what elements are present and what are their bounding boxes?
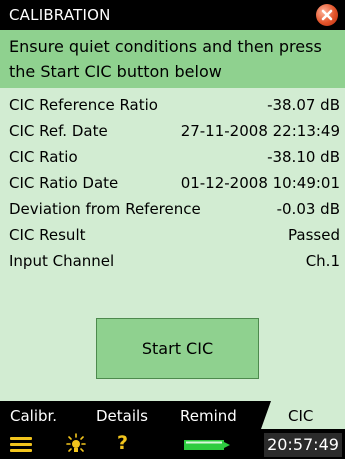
menu-icon[interactable] xyxy=(10,437,32,453)
start-cic-button-label: Start CIC xyxy=(141,339,214,358)
instruction-panel: Ensure quiet conditions and then press t… xyxy=(0,30,345,88)
title-bar: CALIBRATION xyxy=(0,0,345,30)
row-label: CIC Ratio Date xyxy=(9,174,119,192)
cic-ratio-date-row: CIC Ratio Date 01-12-2008 10:49:01 xyxy=(0,172,345,198)
close-button[interactable] xyxy=(316,4,338,26)
input-channel-row: Input Channel Ch.1 xyxy=(0,250,345,276)
instruction-line-1: Ensure quiet conditions and then press xyxy=(9,37,322,56)
battery-icon xyxy=(184,440,230,450)
tab-bar: Calibr. Details Remind CIC xyxy=(0,401,345,429)
row-value: -0.03 dB xyxy=(276,200,340,218)
row-label: CIC Ratio xyxy=(9,148,78,166)
close-icon xyxy=(321,9,333,21)
tab-remind[interactable]: Remind xyxy=(180,407,237,425)
row-label: CIC Result xyxy=(9,226,86,244)
row-value: Ch.1 xyxy=(305,252,340,270)
row-label: CIC Reference Ratio xyxy=(9,96,158,114)
row-value: Passed xyxy=(288,226,340,244)
cic-reference-ratio-row: CIC Reference Ratio -38.07 dB xyxy=(0,94,345,120)
cic-ratio-row: CIC Ratio -38.10 dB xyxy=(0,146,345,172)
help-icon[interactable]: ? xyxy=(117,432,128,454)
row-value: 01-12-2008 10:49:01 xyxy=(180,174,340,192)
cic-ref-date-row: CIC Ref. Date 27-11-2008 22:13:49 xyxy=(0,120,345,146)
row-value: -38.07 dB xyxy=(267,96,340,114)
tab-cic[interactable]: CIC xyxy=(261,401,345,429)
cic-result-row: CIC Result Passed xyxy=(0,224,345,250)
row-value: 27-11-2008 22:13:49 xyxy=(180,122,340,140)
bulb-icon[interactable] xyxy=(64,433,88,457)
tab-cic-label: CIC xyxy=(288,407,314,425)
clock-time: 20:57:49 xyxy=(267,435,339,454)
deviation-row: Deviation from Reference -0.03 dB xyxy=(0,198,345,224)
instruction-line-2: the Start CIC button below xyxy=(9,62,222,81)
row-value: -38.10 dB xyxy=(267,148,340,166)
window-title: CALIBRATION xyxy=(9,6,111,24)
clock-display: 20:57:49 xyxy=(264,433,342,457)
start-cic-button[interactable]: Start CIC xyxy=(96,318,259,379)
row-label: CIC Ref. Date xyxy=(9,122,108,140)
row-label: Input Channel xyxy=(9,252,115,270)
tab-details[interactable]: Details xyxy=(96,407,148,425)
tab-calibr[interactable]: Calibr. xyxy=(10,407,57,425)
row-label: Deviation from Reference xyxy=(9,200,201,218)
calibration-screen: CALIBRATION Ensure quiet conditions and … xyxy=(0,0,345,459)
status-bar: ? 20:57:49 xyxy=(0,429,345,459)
